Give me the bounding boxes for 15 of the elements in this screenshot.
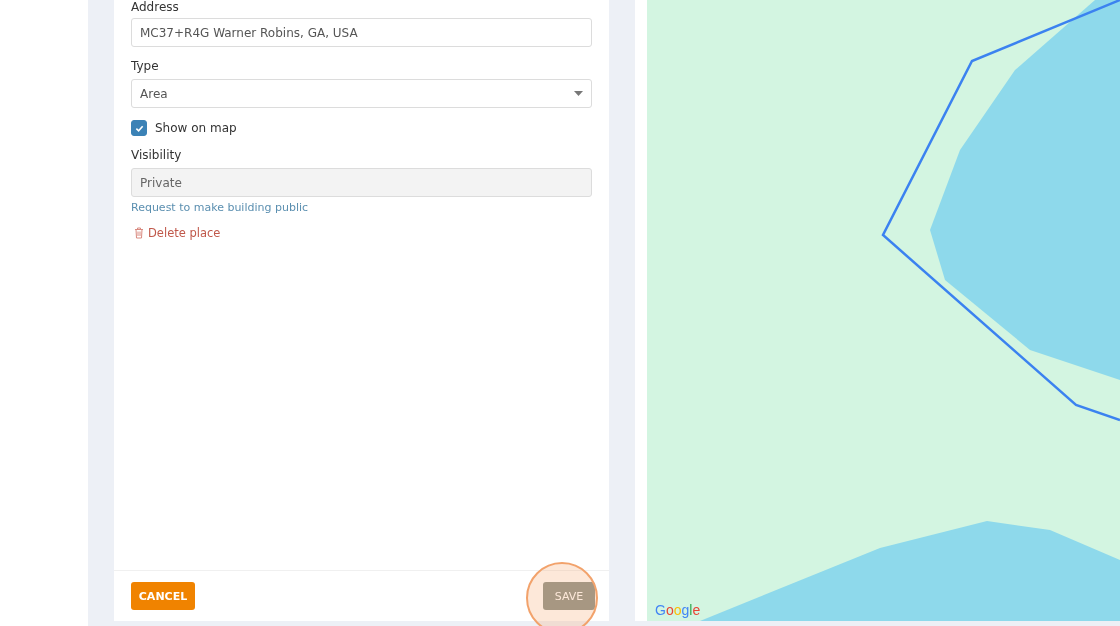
- checkbox-label: Show on map: [155, 121, 237, 135]
- field-label: Visibility: [131, 148, 183, 162]
- google-logo: Google: [655, 602, 701, 618]
- caret-icon: [574, 91, 583, 96]
- field-label: Address: [131, 0, 180, 14]
- checkbox[interactable]: [131, 120, 147, 136]
- check-icon: [134, 123, 144, 133]
- map[interactable]: Google: [647, 0, 1120, 621]
- type-dropdown[interactable]: Area: [131, 79, 592, 108]
- cancel-button[interactable]: CANCEL: [131, 582, 195, 610]
- delete-place-link[interactable]: Delete place: [134, 226, 221, 240]
- trash-icon: [134, 227, 144, 239]
- field-label: Type: [131, 59, 160, 73]
- input-field[interactable]: MC37+R4G Warner Robins, GA, USA: [131, 18, 592, 47]
- request-public-link[interactable]: Request to make building public: [131, 201, 309, 214]
